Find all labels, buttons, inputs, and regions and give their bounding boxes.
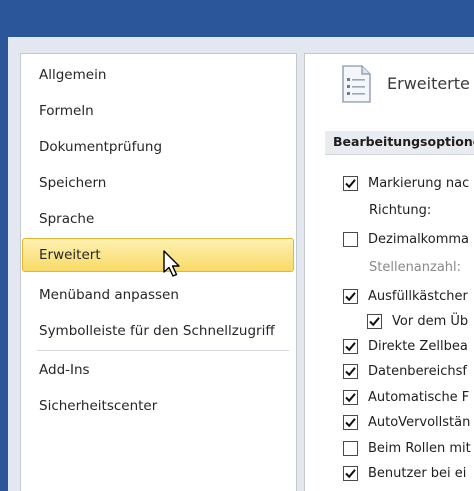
nav-item-speichern[interactable]: Speichern: [21, 166, 296, 200]
nav-item-menueband-anpassen[interactable]: Menüband anpassen: [21, 278, 296, 312]
checkbox[interactable]: [343, 363, 358, 379]
option-label: Dezimalkomma: [368, 231, 469, 247]
option-label: AutoVervollstän: [368, 414, 471, 430]
nav-item-erweitert[interactable]: Erweitert: [22, 238, 294, 272]
advanced-options-icon: [337, 63, 377, 105]
nav-item-allgemein[interactable]: Allgemein: [21, 58, 296, 92]
nav-item-label: Formeln: [39, 103, 94, 119]
options-content-pane: Erweiterte Bearbeitungsoptione Markierun…: [304, 53, 474, 491]
nav-divider: [37, 350, 289, 351]
option-label: Beim Rollen mit: [368, 440, 471, 456]
option-dezimalkomma[interactable]: Dezimalkomma: [343, 227, 469, 251]
nav-item-label: Sicherheitscenter: [39, 398, 158, 414]
option-label: Datenbereichsf: [368, 363, 467, 379]
nav-item-label: Add-Ins: [39, 362, 90, 378]
option-label: Automatische F: [368, 389, 470, 405]
checkbox[interactable]: [343, 465, 358, 481]
nav-item-label: Erweitert: [39, 247, 101, 263]
options-navigation: Allgemein Formeln Dokumentprüfung Speich…: [20, 53, 297, 491]
nav-item-sprache[interactable]: Sprache: [21, 202, 296, 236]
nav-item-label: Speichern: [39, 175, 107, 191]
option-label: Vor dem Üb: [392, 313, 469, 329]
nav-item-sicherheitscenter[interactable]: Sicherheitscenter: [21, 389, 296, 423]
option-richtung: Richtung:: [369, 198, 431, 222]
checkbox[interactable]: [343, 231, 358, 247]
option-label: Richtung:: [369, 202, 432, 218]
nav-item-label: Sprache: [39, 211, 95, 227]
option-benutzer-bei-ei[interactable]: Benutzer bei ei: [343, 461, 466, 485]
nav-item-add-ins[interactable]: Add-Ins: [21, 353, 296, 387]
option-label: Ausfüllkästcher: [368, 288, 468, 304]
arrow-cursor-icon: [162, 250, 184, 278]
option-label: Benutzer bei ei: [368, 465, 467, 481]
checkbox[interactable]: [343, 440, 358, 456]
option-vor-dem-ueberschreiben[interactable]: Vor dem Üb: [367, 309, 468, 333]
option-direkte-zellbearbeitung[interactable]: Direkte Zellbea: [343, 334, 468, 358]
option-ausfuellkaestchen[interactable]: Ausfüllkästcher: [343, 284, 468, 308]
option-datenbereichsformate[interactable]: Datenbereichsf: [343, 359, 467, 383]
checkbox[interactable]: [343, 338, 358, 354]
option-beim-rollen-mit[interactable]: Beim Rollen mit: [343, 436, 471, 460]
nav-item-label: Allgemein: [39, 67, 107, 83]
checkbox[interactable]: [367, 313, 382, 329]
checkbox[interactable]: [343, 389, 358, 405]
checkbox[interactable]: [343, 288, 358, 304]
page-title: Erweiterte: [387, 74, 470, 93]
option-label: Direkte Zellbea: [368, 338, 468, 354]
option-label: Markierung nac: [368, 175, 470, 191]
nav-item-formeln[interactable]: Formeln: [21, 94, 296, 128]
nav-item-label: Symbolleiste für den Schnellzugriff: [39, 323, 275, 339]
checkbox[interactable]: [343, 175, 358, 191]
option-stellenanzahl: Stellenanzahl:: [369, 255, 461, 279]
nav-item-dokumentpruefung[interactable]: Dokumentprüfung: [21, 130, 296, 164]
nav-item-label: Dokumentprüfung: [39, 139, 163, 155]
option-autovervollstaendigen[interactable]: AutoVervollstän: [343, 410, 470, 434]
checkbox[interactable]: [343, 414, 358, 430]
nav-item-label: Menüband anpassen: [39, 287, 179, 303]
option-label: Stellenanzahl:: [369, 259, 462, 275]
section-header: Bearbeitungsoptione: [325, 131, 474, 155]
nav-item-schnellzugriff[interactable]: Symbolleiste für den Schnellzugriff: [21, 314, 296, 348]
option-automatische-prozenteingabe[interactable]: Automatische F: [343, 385, 469, 409]
option-markierung[interactable]: Markierung nac: [343, 171, 469, 195]
section-title: Bearbeitungsoptione: [333, 134, 474, 149]
